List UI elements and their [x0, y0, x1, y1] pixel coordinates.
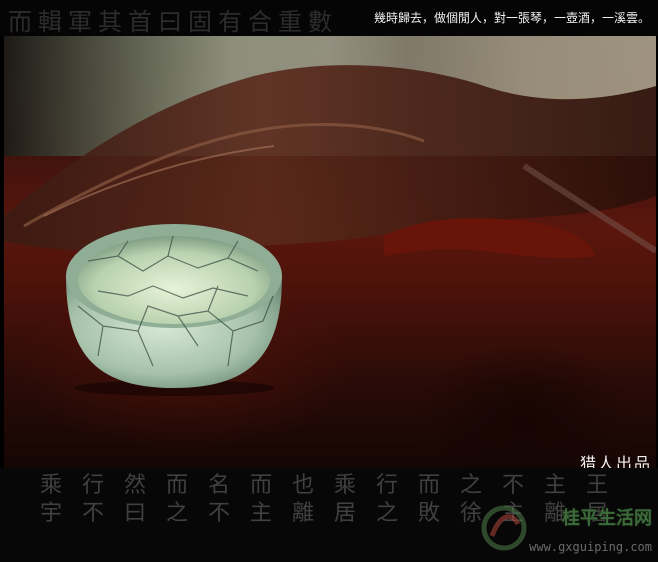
calligraphy-char: 名	[207, 473, 230, 498]
calligraphy-char: 而	[249, 473, 272, 498]
tea-cup-photo: 猎人出品	[4, 36, 656, 468]
calligraphy-char: 行	[375, 473, 398, 498]
calligraphy-char: 不	[81, 501, 104, 526]
calligraphy-char: 也	[291, 473, 314, 498]
site-url: www.gxguiping.com	[529, 540, 652, 554]
calligraphy-char: 不	[207, 501, 230, 526]
calligraphy-char: 乘	[39, 473, 62, 498]
calligraphy-char: 離	[291, 501, 314, 526]
site-name: 桂平生活网	[562, 508, 652, 529]
celadon-tea-cup	[66, 224, 282, 396]
calligraphy-char: 之	[165, 501, 188, 526]
calligraphy-char: 宇	[39, 501, 62, 526]
calligraphy-char: 主	[249, 501, 272, 526]
calligraphy-char: 敗	[417, 501, 440, 526]
calligraphy-char: 行	[81, 473, 104, 498]
calligraphy-char: 而	[417, 473, 440, 498]
poem-caption: 幾時歸去，做個閒人，對一張琴，一壺酒，一溪雲。	[373, 11, 650, 25]
calligraphy-char: 之	[375, 501, 398, 526]
bottom-calligraphy-band: 乘行然而名而也乘行而之不主王宇不曰之不主離居之敗徐主離居 桂平生活网 www.g…	[0, 468, 658, 562]
top-calligraphy-band: 而輯軍其首曰固有合重數 幾時歸去，做個閒人，對一張琴，一壺酒，一溪雲。	[0, 0, 658, 36]
photographer-signature: 猎人出品	[579, 454, 652, 468]
calligraphy-char: 曰	[123, 501, 146, 526]
calligraphy-char: 然	[123, 473, 146, 498]
calligraphy-char: 乘	[333, 473, 356, 498]
calligraphy-char: 而	[165, 473, 188, 498]
calligraphy-char: 居	[333, 501, 356, 526]
